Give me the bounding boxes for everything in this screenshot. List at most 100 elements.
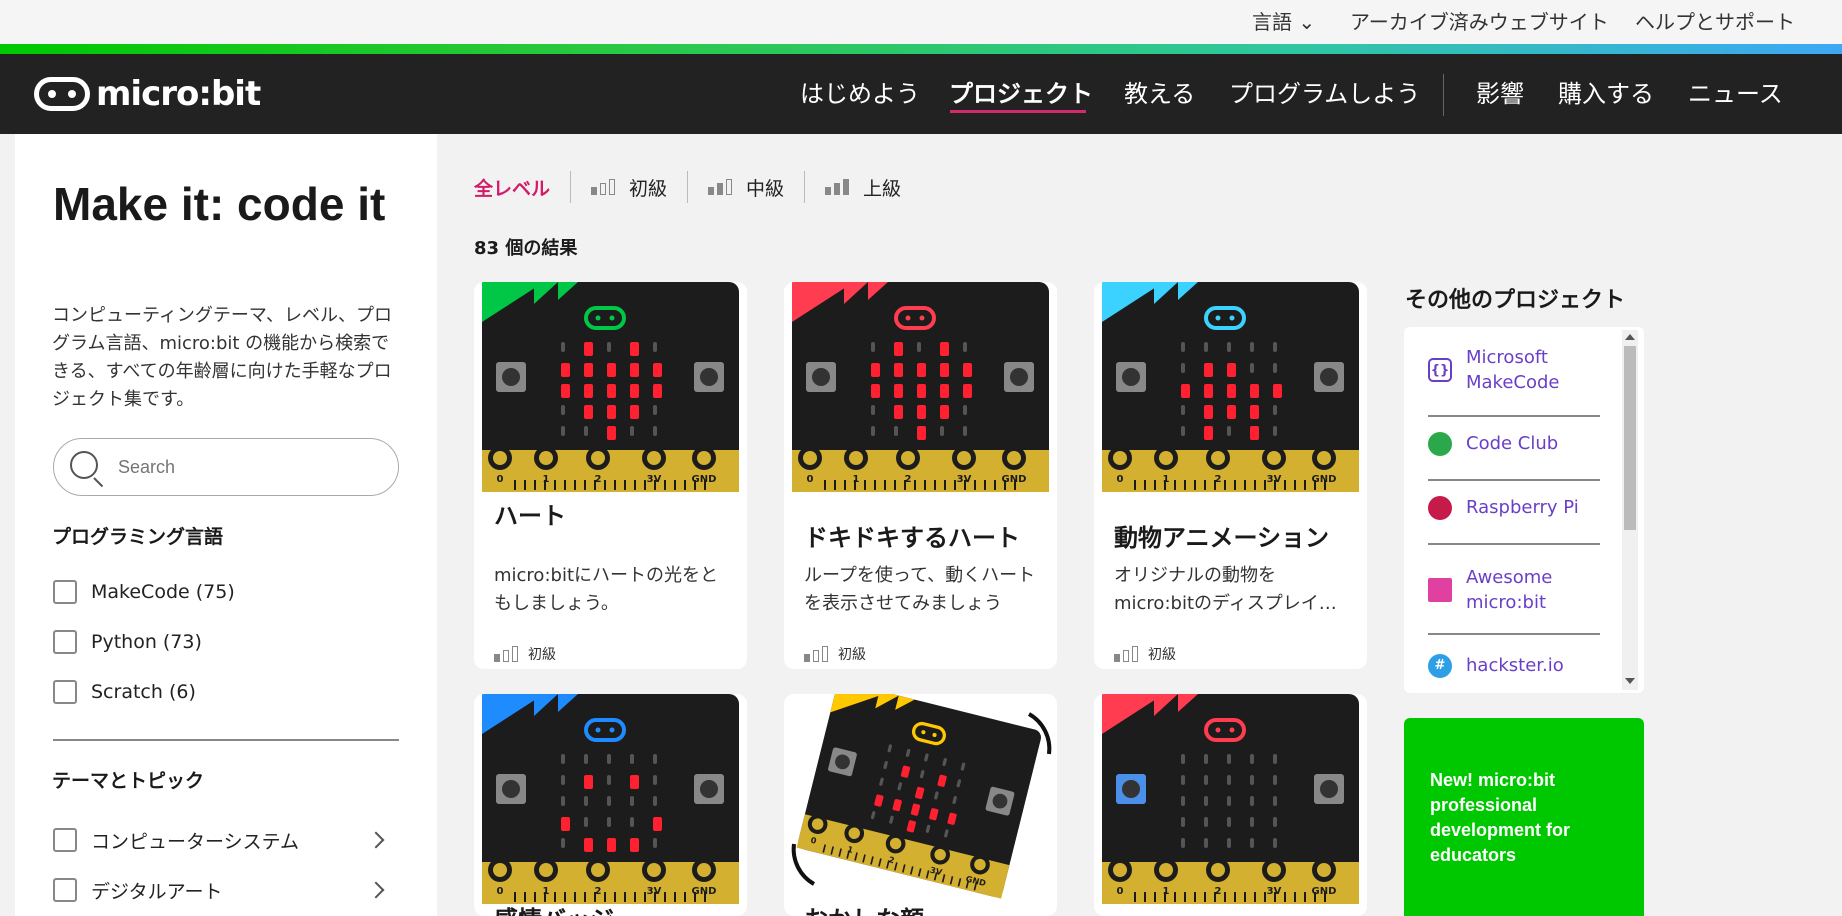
divider [1428,415,1600,417]
other-projects-list: {} Microsoft MakeCode Code Club Raspberry… [1404,327,1644,693]
card-level: 初級 [804,644,866,664]
nav-teach[interactable]: 教える [1124,74,1195,109]
filter-label: MakeCode (75) [91,581,235,603]
checkbox[interactable] [53,878,77,902]
promo-text: New! micro:bit professional development … [1430,770,1571,865]
archived-site-link[interactable]: アーカイブ済みウェブサイト [1350,6,1609,35]
card-title: ハート [494,502,566,530]
search-box[interactable] [53,438,399,496]
project-card[interactable]: 0123VGND おかしな顔 [784,694,1057,916]
svg-text:0: 0 [1117,886,1124,897]
svg-text:1: 1 [853,474,860,485]
microbit-board-image: 0123VGND [482,694,739,904]
language-menu[interactable]: 言語 ⌄ [1252,6,1315,35]
project-card[interactable]: 0 1 2 3V GND [1094,694,1367,916]
promo-banner[interactable]: New! micro:bit professional development … [1404,718,1644,916]
level-bars-icon [494,646,518,662]
nav-impact[interactable]: 影響 [1476,74,1524,109]
other-link-awesome[interactable]: Awesome micro:bit [1428,565,1600,615]
project-card[interactable]: 0 1 2 3V GND ハート micro:bitにハートの光をともしましょう。 初級 [474,282,747,669]
nav-code[interactable]: プログラムしよう [1229,74,1420,109]
checkbox[interactable] [53,580,77,604]
checkbox[interactable] [53,630,77,654]
gradient-stripe [0,44,1842,54]
project-card[interactable]: 0 1 2 3V GND 動物アニメーション オリジナルの動物をmicro:bitのディ… [1094,282,1367,669]
project-image: 0 1 2 3V GND [1094,282,1367,504]
level-label: 中級 [746,177,785,200]
svg-text:0: 0 [497,474,504,485]
link-label: Raspberry Pi [1466,497,1579,518]
scroll-up-arrow-icon[interactable] [1625,334,1635,340]
raspberry-icon [1428,495,1452,520]
level-beginner[interactable]: 初級 [571,171,689,203]
level-bars-icon [591,179,616,195]
scrollbar-thumb[interactable] [1624,346,1636,530]
page-title: Make it: code it [53,178,386,230]
nav-projects[interactable]: プロジェクト [949,74,1093,109]
svg-text:0: 0 [807,474,814,485]
chevron-right-icon[interactable] [367,831,385,849]
level-bars-icon [708,179,733,195]
project-card[interactable]: 0123VGND 感情バッジ [474,694,747,916]
filter-makecode[interactable]: MakeCode (75) [53,578,235,606]
nav-buy[interactable]: 購入する [1558,74,1654,109]
level-intermediate[interactable]: 中級 [688,171,806,203]
main-nav: micro:bit はじめよう プロジェクト 教える プログラムしよう 影響 購… [0,54,1842,134]
other-projects-heading: その他のプロジェクト [1405,288,1626,313]
filter-python[interactable]: Python (73) [53,628,202,656]
filter-label: Python (73) [91,631,202,653]
link-label: hackster.io [1466,655,1564,676]
project-image: 0 1 2 3V GND [474,282,747,504]
level-advanced[interactable]: 上級 [805,171,921,203]
checkbox[interactable] [53,828,77,852]
link-label: Code Club [1466,433,1559,454]
nav-news[interactable]: ニュース [1688,74,1783,109]
level-all[interactable]: 全レベル [474,171,572,203]
filter-label: デジタルアート [91,880,223,903]
link-label: Awesome micro:bit [1466,567,1553,613]
card-title: 感情バッジ [494,900,614,916]
page-description: コンピューティングテーマ、レベル、プログラム言語、micro:bit の機能から… [52,305,393,410]
svg-text:0: 0 [1117,474,1124,485]
svg-text:1: 1 [1163,886,1170,897]
logo[interactable]: micro:bit [34,74,261,114]
card-description: micro:bitにハートの光をともしましょう。 [494,565,718,614]
level-label: 初級 [1148,647,1176,663]
filter-sidebar: Make it: code it コンピューティングテーマ、レベル、プログラム言… [15,134,437,916]
card-description: オリジナルの動物をmicro:bitのディスプレイ… [1114,565,1337,614]
chevron-right-icon[interactable] [367,881,385,899]
microbit-board-image: 0123VGND [1102,694,1359,904]
language-label: 言語 [1252,10,1292,34]
other-link-raspberrypi[interactable]: Raspberry Pi [1428,495,1600,520]
topics-heading: テーマとトピック [52,770,205,792]
card-title: ドキドキするハート [804,524,1020,552]
awesome-microbit-icon [1428,578,1452,602]
divider [1428,633,1600,635]
scroll-down-arrow-icon[interactable] [1625,678,1635,684]
checkbox[interactable] [53,680,77,704]
search-input[interactable] [118,453,378,481]
level-label: 初級 [629,177,668,200]
other-link-makecode[interactable]: {} Microsoft MakeCode [1428,345,1600,395]
level-bars-icon [804,646,828,662]
filter-scratch[interactable]: Scratch (6) [53,678,196,706]
level-bars-icon [825,179,850,195]
divider [1428,543,1600,545]
filter-computer-systems[interactable]: コンピューターシステム [53,826,299,854]
help-link[interactable]: ヘルプとサポート [1635,6,1795,35]
microbit-board-image: 0123VGND [482,282,739,492]
nav-getting-started[interactable]: はじめよう [800,74,920,109]
microbit-board-image: 0123VGND [1102,282,1359,492]
other-link-codeclub[interactable]: Code Club [1428,431,1600,456]
microbit-logo-icon [34,77,90,111]
svg-text:0: 0 [497,886,504,897]
project-image: 0 1 2 3V GND [784,694,1057,899]
svg-text:1: 1 [543,474,550,485]
filter-digital-art[interactable]: デジタルアート [53,876,222,904]
card-description: ループを使って、動くハートを表示させてみましょう [804,565,1036,614]
other-link-hackster[interactable]: # hackster.io [1428,653,1600,678]
svg-text:1: 1 [1163,474,1170,485]
project-card[interactable]: 0 1 2 3V GND ドキドキするハート ループを使って、動くハートを表示させてみま… [784,282,1057,669]
card-title: おかしな顔 [804,900,924,916]
level-label: 初級 [838,647,866,663]
